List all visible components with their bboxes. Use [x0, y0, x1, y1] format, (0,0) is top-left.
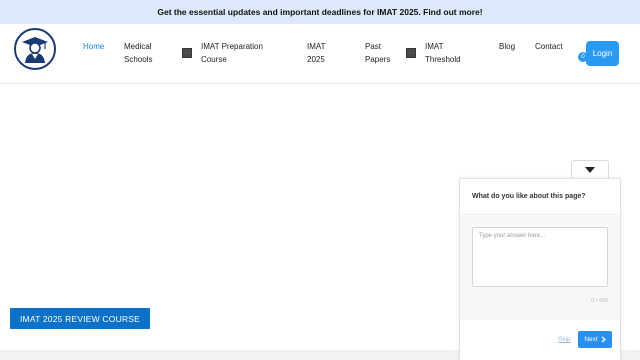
nav-imat-threshold-line2: Threshold [425, 54, 461, 64]
survey-header: What do you like about this page? [460, 179, 620, 215]
nav-past-papers-line2: Papers [365, 54, 391, 64]
imat-review-course-button[interactable]: IMAT 2025 REVIEW COURSE [10, 308, 150, 329]
survey-next-label: Next [584, 336, 598, 343]
cart-count-badge: 0 [578, 52, 588, 62]
nav-imat-threshold[interactable]: IMAT Threshold [425, 41, 461, 66]
site-logo[interactable] [14, 28, 56, 70]
login-button[interactable]: Login [586, 41, 619, 66]
nav-imat-preparation-line2: Course [201, 54, 227, 64]
nav-contact-label: Contact [535, 42, 563, 51]
nav-blog-label: Blog [499, 42, 516, 51]
nav-home-label: Home [83, 42, 105, 51]
nav-blog[interactable]: Blog [499, 41, 515, 54]
survey-next-button[interactable]: Next [578, 331, 612, 348]
site-header: Home Medical Schools IMAT Preparation Co… [0, 24, 640, 84]
nav-medical-schools-line2: Schools [124, 54, 153, 64]
nav-medical-schools-line1: Medical [124, 42, 152, 51]
nav-past-papers[interactable]: Past Papers [365, 41, 390, 66]
nav-medical-schools[interactable]: Medical Schools [124, 41, 152, 66]
announcement-bar: Get the essential updates and important … [0, 0, 640, 24]
announcement-link[interactable]: Get the essential updates and important … [157, 7, 482, 17]
feedback-survey-widget: What do you like about this page? 0 / 40… [459, 178, 621, 360]
chevron-right-icon [601, 336, 606, 343]
nav-imat-2025-line1: IMAT [307, 42, 326, 51]
survey-char-count: 0 / 400 [591, 298, 608, 304]
imat-preparation-course-icon [182, 48, 192, 58]
survey-footer: Skip Next [460, 320, 620, 360]
nav-contact[interactable]: Contact [535, 41, 563, 54]
nav-home[interactable]: Home [83, 41, 104, 54]
graduate-cap-logo-icon [22, 37, 48, 63]
survey-collapse-toggle[interactable] [571, 160, 609, 179]
nav-past-papers-line1: Past [365, 42, 382, 51]
nav-imat-2025-line2: 2025 [307, 54, 325, 64]
nav-imat-preparation-line1: IMAT Preparation [201, 42, 263, 51]
caret-down-icon [585, 167, 595, 173]
survey-answer-input[interactable] [472, 227, 608, 287]
nav-imat-2025[interactable]: IMAT 2025 [307, 41, 326, 66]
nav-imat-preparation-course[interactable]: IMAT Preparation Course [201, 41, 263, 66]
imat-threshold-icon [406, 48, 416, 58]
survey-question: What do you like about this page? [472, 193, 586, 200]
survey-skip-link[interactable]: Skip [558, 336, 571, 343]
nav-imat-threshold-line1: IMAT [425, 42, 444, 51]
survey-body: 0 / 400 [460, 216, 620, 320]
